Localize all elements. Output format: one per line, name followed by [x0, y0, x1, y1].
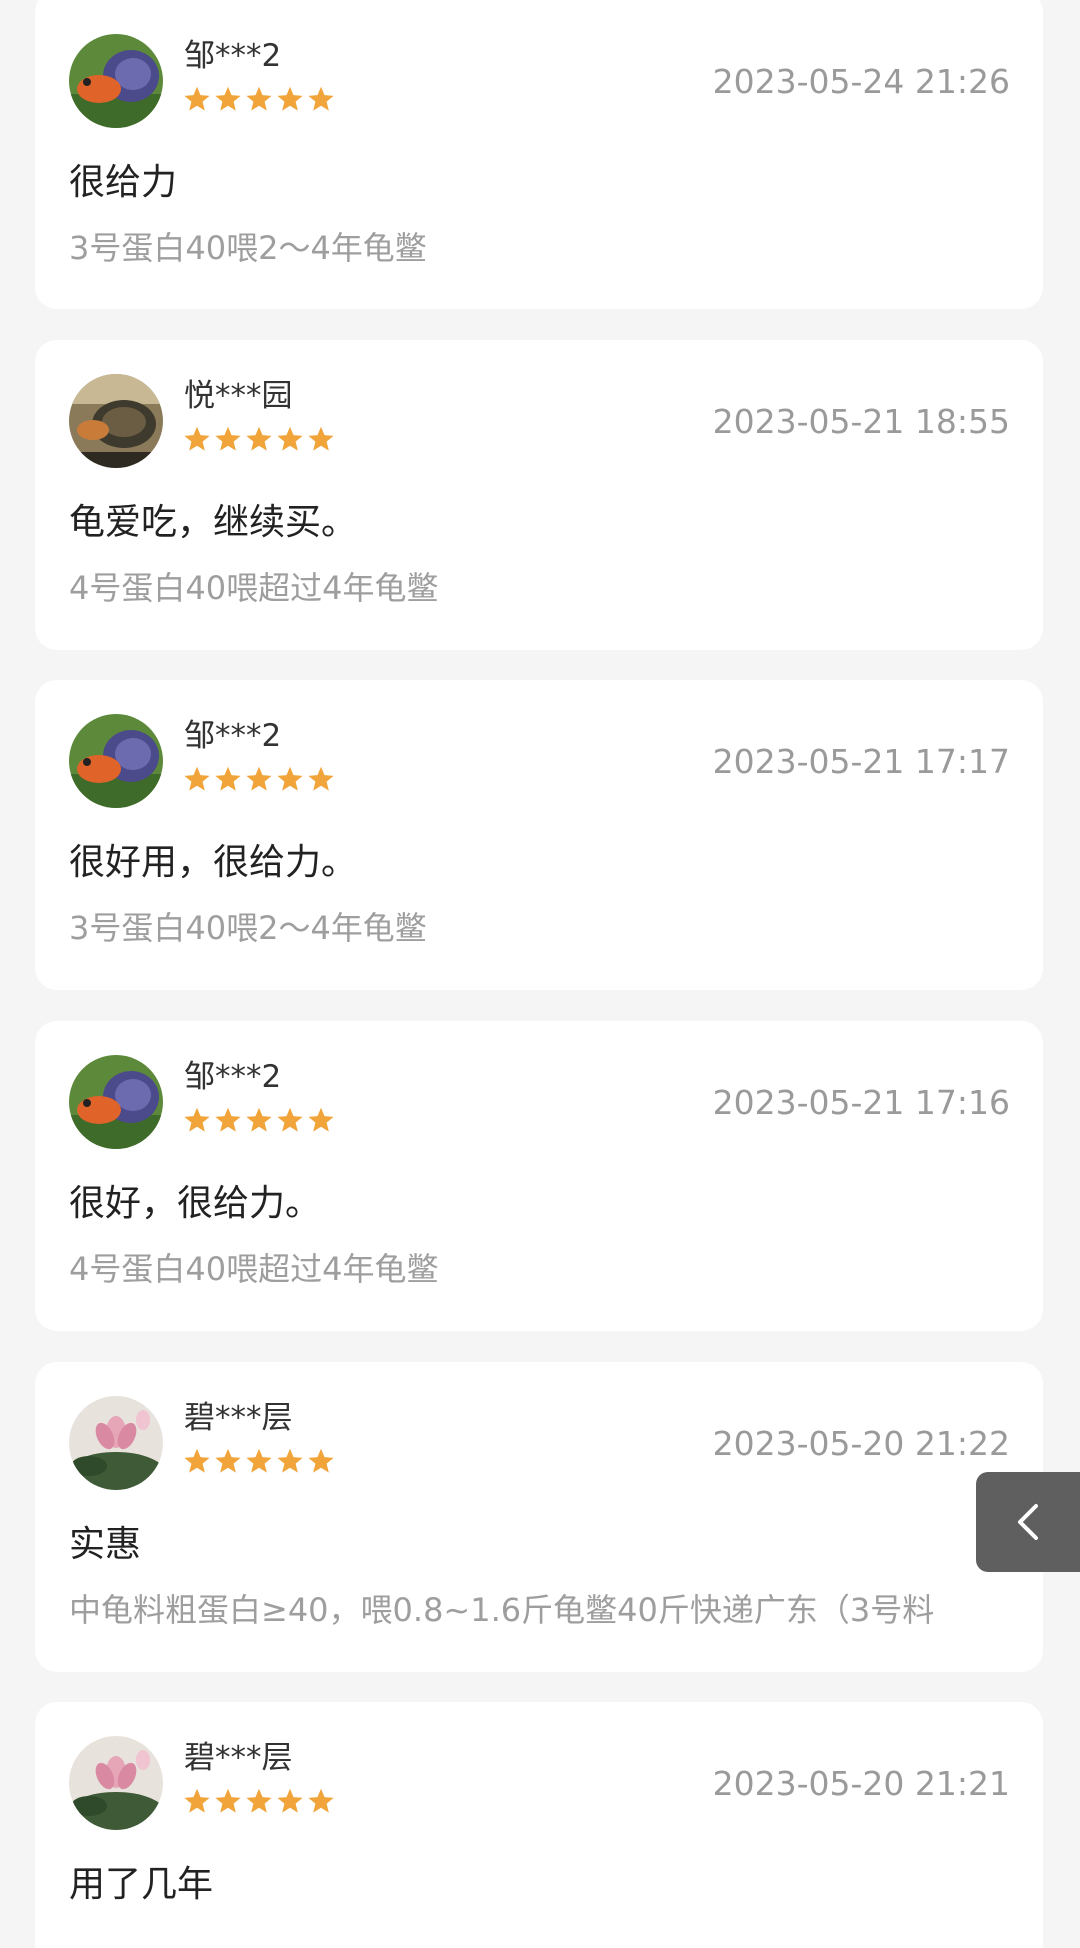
chevron-left-icon	[1018, 1504, 1038, 1540]
star-icon	[246, 1107, 272, 1132]
star-rating	[183, 85, 335, 113]
star-icon	[277, 1788, 303, 1813]
username: 碧***层	[184, 1400, 293, 1436]
back-button[interactable]	[976, 1472, 1080, 1572]
star-icon	[184, 1448, 210, 1473]
username: 悦***园	[184, 378, 293, 414]
user-avatar-turtle[interactable]	[69, 374, 163, 468]
review-card: 悦***园 2023-05-21 18:55 龟爱吃，继续买。 4号蛋白40喂超…	[35, 340, 1043, 650]
user-avatar-turtle[interactable]	[69, 34, 163, 128]
star-icon	[308, 86, 334, 111]
review-timestamp: 2023-05-24 21:26	[712, 62, 1010, 101]
product-spec: 4号蛋白40喂超过4年龟鳖	[69, 569, 439, 607]
review-timestamp: 2023-05-21 18:55	[712, 402, 1010, 441]
review-text: 实惠	[69, 1524, 142, 1565]
star-icon	[215, 1448, 241, 1473]
star-icon	[184, 1107, 210, 1132]
star-icon	[215, 766, 241, 791]
star-icon	[246, 766, 272, 791]
star-icon	[308, 1788, 334, 1813]
review-timestamp: 2023-05-20 21:21	[712, 1764, 1010, 1803]
star-icon	[308, 426, 334, 451]
star-icon	[246, 426, 272, 451]
star-rating	[183, 1447, 335, 1475]
review-card: 碧***层 2023-05-20 21:22 实惠 中龟料粗蛋白≥40，喂0.8…	[35, 1362, 1043, 1672]
star-icon	[277, 1448, 303, 1473]
review-timestamp: 2023-05-20 21:22	[712, 1424, 1010, 1463]
star-icon	[184, 1788, 210, 1813]
star-icon	[184, 86, 210, 111]
review-card: 邹***2 2023-05-21 17:16 很好，很给力。 4号蛋白40喂超过…	[35, 1021, 1043, 1331]
product-spec: 中龟料粗蛋白≥40，喂0.8~1.6斤龟鳖40斤快递广东（3号料	[69, 1591, 935, 1629]
user-avatar-turtle[interactable]	[69, 1055, 163, 1149]
review-card: 邹***2 2023-05-24 21:26 很给力 3号蛋白40喂2～4年龟鳖	[35, 0, 1043, 309]
username: 邹***2	[184, 718, 282, 754]
review-timestamp: 2023-05-21 17:17	[712, 742, 1010, 781]
user-avatar-lotus[interactable]	[69, 1736, 163, 1830]
star-icon	[277, 426, 303, 451]
star-icon	[215, 1788, 241, 1813]
star-icon	[215, 1107, 241, 1132]
star-icon	[277, 1107, 303, 1132]
review-text: 很给力	[69, 162, 178, 203]
star-rating	[183, 425, 335, 453]
review-timestamp: 2023-05-21 17:16	[712, 1083, 1010, 1122]
review-text: 用了几年	[69, 1864, 214, 1905]
review-card: 邹***2 2023-05-21 17:17 很好用，很给力。 3号蛋白40喂2…	[35, 680, 1043, 990]
review-text: 很好，很给力。	[69, 1183, 322, 1224]
username: 邹***2	[184, 38, 282, 74]
star-icon	[215, 426, 241, 451]
star-rating	[183, 1106, 335, 1134]
star-icon	[246, 1448, 272, 1473]
username: 邹***2	[184, 1059, 282, 1095]
user-avatar-turtle[interactable]	[69, 714, 163, 808]
user-avatar-lotus[interactable]	[69, 1396, 163, 1490]
star-icon	[308, 1107, 334, 1132]
star-icon	[308, 766, 334, 791]
username: 碧***层	[184, 1740, 293, 1776]
review-list-page: 邹***2 2023-05-24 21:26 很给力 3号蛋白40喂2～4年龟鳖…	[0, 0, 1080, 1948]
star-icon	[246, 86, 272, 111]
star-icon	[184, 426, 210, 451]
product-spec: 4号蛋白40喂超过4年龟鳖	[69, 1250, 439, 1288]
star-icon	[308, 1448, 334, 1473]
star-icon	[246, 1788, 272, 1813]
product-spec: 3号蛋白40喂2～4年龟鳖	[69, 229, 427, 267]
product-spec: 3号蛋白40喂2～4年龟鳖	[69, 909, 427, 947]
star-rating	[183, 1787, 335, 1815]
star-icon	[277, 86, 303, 111]
star-icon	[277, 766, 303, 791]
review-text: 龟爱吃，继续买。	[69, 502, 358, 543]
star-icon	[215, 86, 241, 111]
review-text: 很好用，很给力。	[69, 842, 358, 883]
star-rating	[183, 765, 335, 793]
star-icon	[184, 766, 210, 791]
review-card: 碧***层 2023-05-20 21:21 用了几年	[35, 1702, 1043, 1948]
